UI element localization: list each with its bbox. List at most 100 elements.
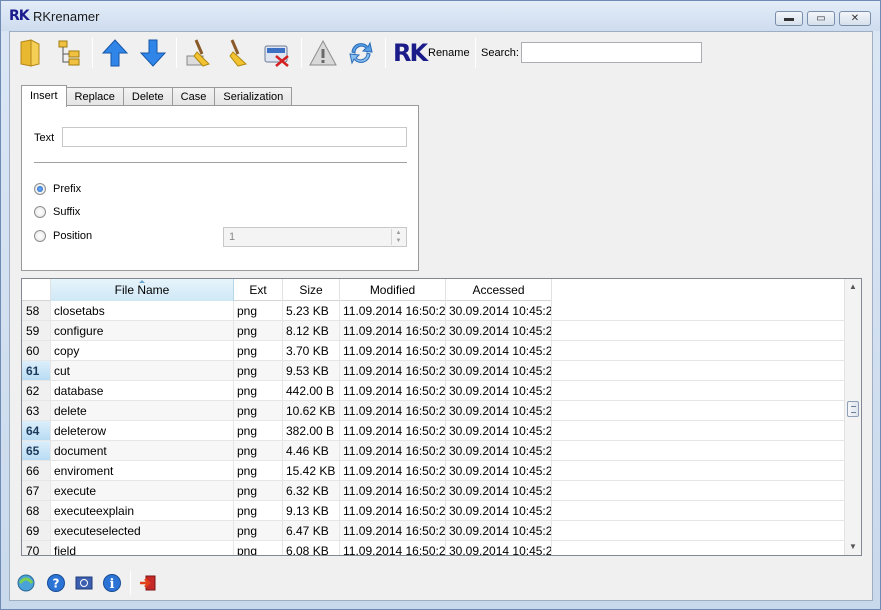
modified-cell[interactable]: 11.09.2014 16:50:27 — [340, 441, 446, 461]
accessed-cell[interactable]: 30.09.2014 10:45:24 — [446, 381, 552, 401]
minimize-button[interactable]: ▬ — [775, 11, 803, 26]
modified-cell[interactable]: 11.09.2014 16:50:27 — [340, 401, 446, 421]
rename-logo[interactable]: RK — [393, 38, 428, 68]
accessed-cell[interactable]: 30.09.2014 10:45:24 — [446, 481, 552, 501]
ext-cell[interactable]: png — [234, 401, 283, 421]
file-name-cell[interactable]: executeexplain — [51, 501, 234, 521]
suffix-option[interactable]: Suffix — [34, 206, 80, 218]
ext-cell[interactable]: png — [234, 461, 283, 481]
table-row[interactable]: 66 enviroment png 15.42 KB 11.09.2014 16:50:… — [22, 461, 845, 481]
ext-cell[interactable]: png — [234, 361, 283, 381]
table-row[interactable]: 69 executeselected png 6.47 KB 11.09.2014 16… — [22, 521, 845, 541]
file-name-cell[interactable]: configure — [51, 321, 234, 341]
row-number-cell[interactable]: 61 — [22, 361, 51, 381]
size-cell[interactable]: 5.23 KB — [283, 301, 340, 321]
close-button[interactable]: ✕ — [839, 11, 871, 26]
table-row[interactable]: 64 deleterow png 382.00 B 11.09.2014 16:50:2… — [22, 421, 845, 441]
search-input[interactable] — [521, 42, 702, 63]
rename-button[interactable]: Rename — [428, 47, 470, 59]
ext-cell[interactable]: png — [234, 341, 283, 361]
file-name-cell[interactable]: closetabs — [51, 301, 234, 321]
exit-icon[interactable] — [136, 571, 160, 595]
size-cell[interactable]: 9.13 KB — [283, 501, 340, 521]
scroll-down-icon[interactable]: ▼ — [845, 539, 861, 555]
file-name-cell[interactable]: deleterow — [51, 421, 234, 441]
ext-cell[interactable]: png — [234, 441, 283, 461]
accessed-cell[interactable]: 30.09.2014 10:45:24 — [446, 501, 552, 521]
size-cell[interactable]: 3.70 KB — [283, 341, 340, 361]
refresh-icon[interactable] — [344, 36, 378, 70]
modified-cell[interactable]: 11.09.2014 16:50:27 — [340, 341, 446, 361]
modified-cell[interactable]: 11.09.2014 16:50:27 — [340, 381, 446, 401]
move-down-icon[interactable] — [136, 36, 170, 70]
accessed-cell[interactable]: 30.09.2014 10:45:24 — [446, 441, 552, 461]
modified-cell[interactable]: 11.09.2014 16:50:27 — [340, 361, 446, 381]
row-number-cell[interactable]: 68 — [22, 501, 51, 521]
row-number-cell[interactable]: 65 — [22, 441, 51, 461]
row-number-cell[interactable]: 66 — [22, 461, 51, 481]
row-number-cell[interactable]: 69 — [22, 521, 51, 541]
file-name-cell[interactable]: field — [51, 541, 234, 555]
size-cell[interactable]: 10.62 KB — [283, 401, 340, 421]
ext-cell[interactable]: png — [234, 381, 283, 401]
clean-alt-icon[interactable] — [220, 36, 254, 70]
clean-icon[interactable] — [182, 36, 216, 70]
position-option[interactable]: Position — [34, 230, 92, 242]
file-name-cell[interactable]: delete — [51, 401, 234, 421]
maximize-button[interactable]: ▭ — [807, 11, 835, 26]
file-name-cell[interactable]: executeselected — [51, 521, 234, 541]
size-cell[interactable]: 6.32 KB — [283, 481, 340, 501]
tab-serialization[interactable]: Serialization — [214, 87, 293, 107]
table-row[interactable]: 60 copy png 3.70 KB 11.09.2014 16:50:27 30.09… — [22, 341, 845, 361]
ext-cell[interactable]: png — [234, 501, 283, 521]
accessed-cell[interactable]: 30.09.2014 10:45:24 — [446, 341, 552, 361]
tab-delete[interactable]: Delete — [122, 87, 173, 107]
size-cell[interactable]: 8.12 KB — [283, 321, 340, 341]
column-header-number[interactable] — [22, 279, 51, 301]
table-row[interactable]: 63 delete png 10.62 KB 11.09.2014 16:50:27 30… — [22, 401, 845, 421]
accessed-cell[interactable]: 30.09.2014 10:45:24 — [446, 361, 552, 381]
modified-cell[interactable]: 11.09.2014 16:50:27 — [340, 481, 446, 501]
row-number-cell[interactable]: 67 — [22, 481, 51, 501]
modified-cell[interactable]: 11.09.2014 16:50:27 — [340, 541, 446, 555]
file-name-cell[interactable]: cut — [51, 361, 234, 381]
stepper-down-icon[interactable]: ▼ — [392, 237, 405, 245]
tab-replace[interactable]: Replace — [65, 87, 124, 107]
prefix-option[interactable]: Prefix — [34, 183, 81, 195]
scroll-up-icon[interactable]: ▲ — [845, 279, 861, 295]
accessed-cell[interactable]: 30.09.2014 10:45:24 — [446, 301, 552, 321]
accessed-cell[interactable]: 30.09.2014 10:45:24 — [446, 421, 552, 441]
table-row[interactable]: 59 configure png 8.12 KB 11.09.2014 16:50:27… — [22, 321, 845, 341]
size-cell[interactable]: 442.00 B — [283, 381, 340, 401]
column-header-modified[interactable]: Modified — [340, 279, 446, 301]
tab-case[interactable]: Case — [171, 87, 216, 107]
table-row[interactable]: 61 cut png 9.53 KB 11.09.2014 16:50:27 30.09.… — [22, 361, 845, 381]
ext-cell[interactable]: png — [234, 541, 283, 555]
size-cell[interactable]: 15.42 KB — [283, 461, 340, 481]
tree-folder-icon[interactable] — [52, 36, 86, 70]
ext-cell[interactable]: png — [234, 301, 283, 321]
table-row[interactable]: 58 closetabs png 5.23 KB 11.09.2014 16:50:27… — [22, 301, 845, 321]
modified-cell[interactable]: 11.09.2014 16:50:27 — [340, 301, 446, 321]
ext-cell[interactable]: png — [234, 421, 283, 441]
prefix-radio[interactable] — [34, 183, 46, 195]
ext-cell[interactable]: png — [234, 481, 283, 501]
info-icon[interactable]: i — [100, 571, 124, 595]
table-row[interactable]: 67 execute png 6.32 KB 11.09.2014 16:50:27 30… — [22, 481, 845, 501]
accessed-cell[interactable]: 30.09.2014 10:45:24 — [446, 321, 552, 341]
table-row[interactable]: 70 field png 6.08 KB 11.09.2014 16:50:27 30.0… — [22, 541, 845, 555]
position-stepper[interactable]: 1 ▲ ▼ — [223, 227, 407, 247]
stepper-up-icon[interactable]: ▲ — [392, 229, 405, 237]
accessed-cell[interactable]: 30.09.2014 10:45:24 — [446, 461, 552, 481]
column-header-file-name[interactable]: File Name — [51, 279, 234, 301]
row-number-cell[interactable]: 58 — [22, 301, 51, 321]
accessed-cell[interactable]: 30.09.2014 10:45:24 — [446, 521, 552, 541]
modified-cell[interactable]: 11.09.2014 16:50:27 — [340, 421, 446, 441]
modified-cell[interactable]: 11.09.2014 16:50:27 — [340, 501, 446, 521]
file-grid[interactable]: File Name Ext Size Modified Accessed 58 c… — [21, 278, 862, 556]
accessed-cell[interactable]: 30.09.2014 10:45:24 — [446, 541, 552, 555]
stepper-arrows[interactable]: ▲ ▼ — [391, 229, 405, 245]
ext-cell[interactable]: png — [234, 521, 283, 541]
suffix-radio[interactable] — [34, 206, 46, 218]
file-name-cell[interactable]: document — [51, 441, 234, 461]
